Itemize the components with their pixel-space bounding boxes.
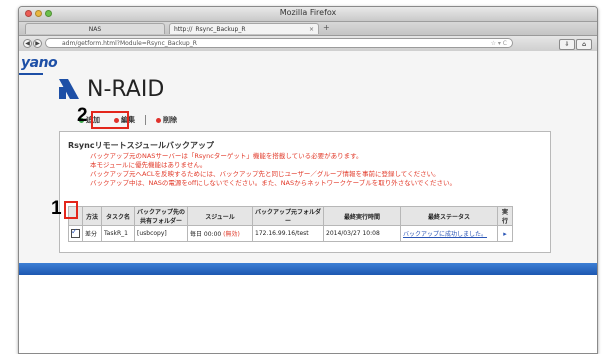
url-field[interactable]: adm/getform.html?Module=Rsync_Backup_R ☆… [45, 38, 513, 48]
tab-nas[interactable]: NAS [25, 23, 165, 34]
status-cell: バックアップに成功しました。 [400, 225, 498, 242]
close-tab-icon[interactable]: × [309, 26, 314, 33]
tab-label: NAS [88, 26, 102, 33]
screenshot: Mozilla Firefox NAS http:// Rsync_Backup… [0, 0, 616, 354]
col-method: 方法 [82, 206, 102, 226]
last-run-cell: 2014/03/27 10:08 [323, 225, 401, 242]
col-run: 実行 [497, 206, 513, 226]
row-select-cell [68, 225, 83, 242]
run-arrow-icon[interactable]: ▸ [503, 230, 507, 238]
product-name: N-RAID [87, 77, 165, 102]
run-cell: ▸ [497, 225, 513, 242]
status-link[interactable]: バックアップに成功しました。 [403, 231, 487, 238]
delete-button[interactable]: 削除 [156, 115, 177, 125]
rsync-backup-panel: Rsyncリモートスジュールバックアップ バックアップ元のNASサーバーは「Rs… [59, 131, 551, 253]
url-text: adm/getform.html?Module=Rsync_Backup_R [62, 40, 197, 47]
step-2-marker: 2 [77, 105, 88, 126]
tab-url-suffix: Rsync_Backup_R [195, 25, 246, 33]
source-folder-cell: 172.16.99.16/test [252, 225, 324, 242]
task-name-cell: TaskR_1 [101, 225, 135, 242]
notice-line: バックアップ元のNASサーバーは「Rsyncターゲット」機能を搭載している必要が… [90, 152, 363, 160]
notice-line: バックアップ元へACLを反映するためには、バックアップ先と同じユーザー／グループ… [90, 170, 440, 178]
notice-line: バックアップ中は、NASの電源をoffにしないでください。また、NASからネット… [90, 179, 457, 187]
step-1-marker: 1 [51, 198, 62, 219]
delete-icon [156, 117, 161, 123]
download-icon[interactable]: ⇩ [559, 39, 575, 50]
company-logo: yano [21, 55, 58, 71]
title-bar: Mozilla Firefox [19, 7, 597, 22]
notice-list: バックアップ元のNASサーバーは「Rsyncターゲット」機能を搭載している必要が… [90, 152, 456, 188]
col-source-folder: バックアップ元フォルダー [252, 206, 324, 226]
browser-window: Mozilla Firefox NAS http:// Rsync_Backup… [18, 6, 598, 354]
col-schedule: スジュール [187, 206, 253, 226]
schedule-flag: (無効) [223, 231, 240, 238]
menu-divider [145, 115, 146, 125]
schedule-cell: 毎日 00:00 (無効) [187, 225, 253, 242]
tab-rsync-backup[interactable]: http:// Rsync_Backup_R × [169, 23, 319, 34]
delete-label: 削除 [163, 116, 177, 124]
col-dest-folder: バックアップ先の共有フォルダー [134, 206, 188, 226]
home-icon[interactable]: ⌂ [576, 39, 592, 50]
task-table: 方法 タスク名 バックアップ先の共有フォルダー スジュール バックアップ元フォル… [68, 206, 513, 242]
row-checkbox[interactable] [71, 227, 80, 238]
back-icon[interactable]: ◀ [23, 39, 32, 48]
forward-icon[interactable]: ▶ [33, 39, 42, 48]
footer-bar [19, 263, 597, 275]
dest-folder-cell: [usbcopy] [134, 225, 188, 242]
checkbox-highlight-box [64, 201, 78, 219]
page-content: yano N-RAID 追加 編集 削除 2 Rsyncリモートスジュールバック… [19, 51, 597, 353]
col-last-status: 最終ステータス [400, 206, 498, 226]
table-header-row: 方法 タスク名 バックアップ先の共有フォルダー スジュール バックアップ元フォル… [68, 206, 513, 226]
panel-title: Rsyncリモートスジュールバックアップ [68, 141, 215, 150]
page-blank-area [19, 275, 597, 353]
new-tab-button[interactable]: + [323, 23, 330, 32]
navigation-bar: ◀ ▶ adm/getform.html?Module=Rsync_Backup… [19, 36, 597, 52]
col-task-name: タスク名 [101, 206, 135, 226]
tab-bar: NAS http:// Rsync_Backup_R × + [19, 22, 597, 36]
table-row[interactable]: 差分 TaskR_1 [usbcopy] 毎日 00:00 (無効) 172.1… [68, 225, 513, 242]
edit-highlight-box [91, 111, 129, 129]
col-last-run: 最終実行時間 [323, 206, 401, 226]
nraid-logo-icon [59, 79, 79, 99]
method-cell: 差分 [82, 225, 102, 242]
schedule-text: 毎日 00:00 [190, 231, 222, 238]
tab-label: http:// [174, 25, 193, 33]
logo-underline [19, 73, 43, 75]
notice-line: 本モジュールに優先機能はありません。 [90, 161, 207, 169]
bookmark-star-icon[interactable]: ☆ ▾ C [491, 39, 507, 49]
window-title: Mozilla Firefox [279, 8, 337, 17]
